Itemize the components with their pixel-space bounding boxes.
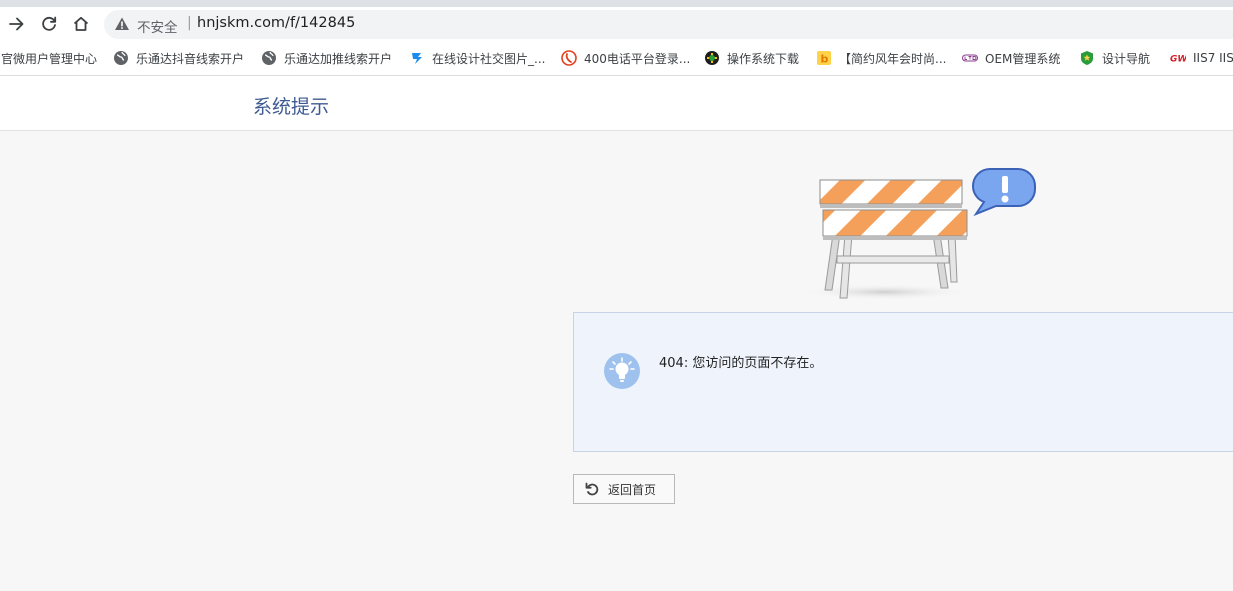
insecure-label: 不安全 [137, 20, 178, 36]
arrow-right-icon [9, 17, 24, 31]
bookmarks-bar: 官微用户管理中心 乐通达抖音线索开户 乐通达加推线索开户 在线设计社交图片_..… [0, 42, 1233, 76]
bookmark-label: 在线设计社交图片_... [432, 51, 546, 66]
browser-toolbar: 不安全 | hnjskm.com/f/142845 [0, 7, 1233, 42]
gw-icon: GW [1170, 55, 1186, 65]
reload-icon [42, 16, 57, 31]
globe-icon [262, 51, 276, 65]
lightbulb-icon [604, 353, 640, 389]
os-download-icon [705, 51, 719, 65]
url-separator: | [187, 15, 192, 31]
bookmark-item[interactable]: 乐通达加推线索开户 [261, 48, 392, 68]
home-button[interactable] [68, 11, 94, 37]
forward-button[interactable] [4, 11, 30, 37]
bookmark-label: 设计导航 [1102, 51, 1151, 66]
tab-strip [0, 0, 1233, 7]
warning-icon [115, 17, 129, 30]
svg-text:b: b [821, 53, 829, 66]
bookmark-item[interactable]: b 【简约风年会时尚... [816, 48, 946, 68]
shield-star-icon [1081, 51, 1093, 65]
bookmark-item[interactable]: GW IIS7 IIS [1170, 48, 1233, 68]
bookmark-label: 操作系统下载 [727, 51, 800, 66]
svg-text:GW: GW [1170, 55, 1186, 65]
b-icon: b [817, 51, 831, 66]
bookmark-label: 乐通达抖音线索开户 [136, 51, 245, 66]
address-bar[interactable]: 不安全 | hnjskm.com/f/142845 [104, 10, 1233, 39]
phone-platform-icon [561, 50, 577, 66]
back-home-label: 返回首页 [608, 482, 657, 497]
reload-button[interactable] [36, 11, 62, 37]
page-header: 系统提示 [0, 76, 1233, 131]
bookmark-label: IIS7 IIS [1193, 51, 1233, 65]
url-text[interactable]: hnjskm.com/f/142845 [197, 15, 355, 31]
bookmark-item[interactable]: 官微用户管理中心 [1, 48, 97, 68]
bookmark-item[interactable]: OEM管理系统 [962, 48, 1060, 68]
globe-icon [114, 51, 128, 65]
design-site-icon [412, 53, 422, 64]
bookmark-label: 400电话平台登录... [584, 51, 691, 66]
undo-arrow-icon [585, 482, 599, 496]
page-title: 系统提示 [253, 96, 330, 118]
back-home-button[interactable]: 返回首页 [573, 474, 675, 504]
error-message-text: 404: 您访问的页面不存在。 [659, 356, 823, 371]
bookmark-item[interactable]: 操作系统下载 [704, 48, 799, 68]
bookmark-label: 【简约风年会时尚... [839, 51, 947, 66]
error-message-box: 404: 您访问的页面不存在。 [573, 312, 1233, 452]
home-icon [73, 16, 89, 31]
bookmark-label: OEM管理系统 [985, 51, 1061, 66]
bookmark-item[interactable]: 设计导航 [1079, 48, 1150, 68]
bookmark-item[interactable]: 400电话平台登录... [561, 48, 690, 68]
construction-barricade-illustration [805, 168, 1036, 300]
bookmark-label: 官微用户管理中心 [1, 51, 98, 66]
bookmark-item[interactable]: 乐通达抖音线索开户 [113, 48, 244, 68]
bookmark-label: 乐通达加推线索开户 [284, 51, 393, 66]
bookmark-item[interactable]: 在线设计社交图片_... [409, 48, 545, 68]
ltd-icon [962, 54, 978, 62]
